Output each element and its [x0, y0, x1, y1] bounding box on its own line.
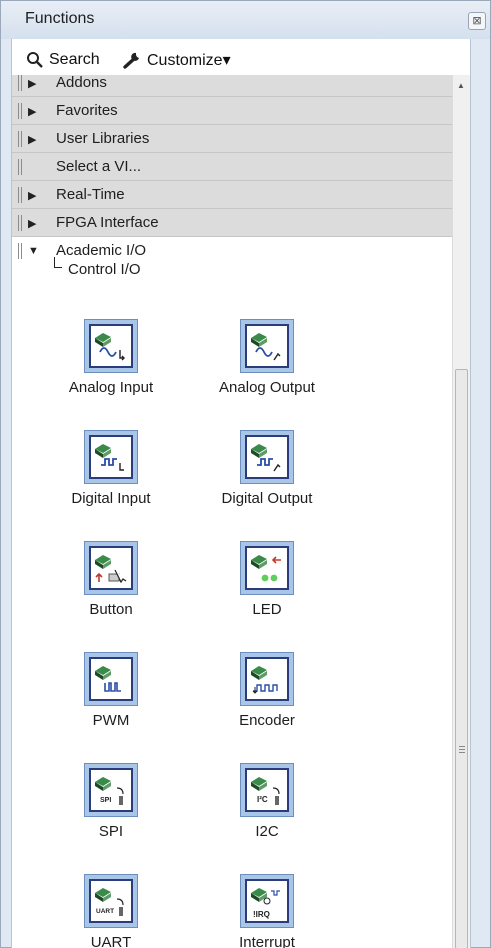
category-select-a-vi[interactable]: Select a VI...: [12, 153, 452, 181]
function-encoder[interactable]: Encoder: [192, 652, 342, 756]
palette-panel: Search Customize▾ ▶ Addons ▶ Favorites ▶…: [11, 39, 471, 948]
drag-grip-icon[interactable]: [18, 131, 22, 147]
customize-button[interactable]: Customize▾: [122, 49, 231, 71]
category-label: FPGA Interface: [56, 214, 159, 231]
spi-icon[interactable]: SPI: [84, 763, 138, 817]
uart-icon[interactable]: UART: [84, 874, 138, 928]
expand-arrow-icon[interactable]: ▶: [28, 189, 36, 202]
function-button[interactable]: Button: [36, 541, 186, 645]
function-analog-input[interactable]: Analog Input: [36, 319, 186, 423]
category-user-libraries[interactable]: ▶ User Libraries: [12, 125, 452, 153]
function-interrupt[interactable]: !IRQ Interrupt: [192, 874, 342, 948]
function-label: LED: [252, 601, 282, 618]
functions-palette-window: Functions ⊠ Search Customize▾ ▶ Addons ▶…: [0, 0, 491, 948]
function-label: Interrupt: [239, 934, 295, 948]
search-label: Search: [49, 51, 100, 68]
encoder-icon[interactable]: [240, 652, 294, 706]
uart-icon-text: UART: [96, 908, 114, 915]
analog-input-icon[interactable]: [84, 319, 138, 373]
expand-arrow-icon[interactable]: ▶: [28, 77, 36, 90]
function-spi[interactable]: SPI SPI: [36, 763, 186, 867]
category-label: User Libraries: [56, 130, 150, 147]
collapse-arrow-icon[interactable]: ▼: [28, 245, 39, 257]
close-button[interactable]: ⊠: [468, 12, 486, 30]
pwm-icon[interactable]: [84, 652, 138, 706]
function-uart[interactable]: UART UART: [36, 874, 186, 948]
category-label: Real-Time: [56, 186, 125, 203]
function-label: SPI: [98, 823, 124, 840]
button-icon[interactable]: [84, 541, 138, 595]
category-label: Select a VI...: [56, 158, 142, 175]
function-label: Encoder: [239, 712, 295, 729]
subcategory-label: Control I/O: [68, 261, 141, 278]
function-led[interactable]: LED: [192, 541, 342, 645]
i2c-icon[interactable]: I²C: [240, 763, 294, 817]
i2c-icon-text: I²C: [257, 795, 268, 804]
digital-input-icon[interactable]: [84, 430, 138, 484]
category-real-time[interactable]: ▶ Real-Time: [12, 181, 452, 209]
function-label: PWM: [92, 712, 130, 729]
tree-connector: [54, 257, 62, 268]
expand-arrow-icon[interactable]: ▶: [28, 105, 36, 118]
function-label: Analog Output: [219, 379, 315, 396]
digital-output-icon[interactable]: [240, 430, 294, 484]
category-favorites[interactable]: ▶ Favorites: [12, 97, 452, 125]
subcategory-control-io[interactable]: Control I/O: [54, 257, 141, 278]
function-digital-input[interactable]: Digital Input: [36, 430, 186, 534]
drag-grip-icon[interactable]: [18, 103, 22, 119]
wrench-icon: [123, 52, 139, 69]
drag-grip-icon[interactable]: [18, 187, 22, 203]
function-label: Digital Output: [221, 490, 313, 507]
scroll-up-arrow-icon[interactable]: ▲: [457, 81, 465, 90]
category-fpga-interface[interactable]: ▶ FPGA Interface: [12, 209, 452, 237]
analog-output-icon[interactable]: [240, 319, 294, 373]
drag-grip-icon[interactable]: [18, 75, 22, 91]
function-label: Button: [89, 601, 133, 618]
drag-grip-icon[interactable]: [18, 159, 22, 175]
expand-arrow-icon[interactable]: ▶: [28, 217, 36, 230]
category-label: Academic I/O: [56, 242, 147, 259]
function-label: Digital Input: [71, 490, 151, 507]
palette-scroll-area[interactable]: ▶ Addons ▶ Favorites ▶ User Libraries Se…: [12, 75, 470, 948]
function-label: Analog Input: [68, 379, 154, 396]
category-addons[interactable]: ▶ Addons: [12, 75, 452, 97]
scrollbar-thumb[interactable]: [455, 369, 468, 948]
led-icon[interactable]: [240, 541, 294, 595]
function-digital-output[interactable]: Digital Output: [192, 430, 342, 534]
window-title: Functions: [25, 10, 95, 27]
function-pwm[interactable]: PWM: [36, 652, 186, 756]
customize-label: Customize▾: [147, 52, 231, 69]
search-button[interactable]: Search: [26, 49, 100, 71]
interrupt-icon[interactable]: !IRQ: [240, 874, 294, 928]
drag-grip-icon[interactable]: [18, 215, 22, 231]
category-label: Addons: [56, 75, 107, 91]
title-bar[interactable]: Functions ⊠: [1, 1, 490, 39]
interrupt-icon-text: !IRQ: [253, 910, 270, 919]
category-label: Favorites: [56, 102, 118, 119]
function-label: I2C: [255, 823, 279, 840]
expand-arrow-icon[interactable]: ▶: [28, 133, 36, 146]
vertical-scrollbar[interactable]: ▲: [452, 75, 470, 948]
function-label: UART: [90, 934, 132, 948]
function-i2c[interactable]: I²C I2C: [192, 763, 342, 867]
drag-grip-icon[interactable]: [18, 243, 22, 259]
palette-toolbar: Search Customize▾: [12, 39, 470, 75]
scrollbar-grip-icon: [459, 746, 465, 753]
spi-icon-text: SPI: [100, 797, 111, 804]
search-icon: [27, 52, 43, 68]
function-analog-output[interactable]: Analog Output: [192, 319, 342, 423]
